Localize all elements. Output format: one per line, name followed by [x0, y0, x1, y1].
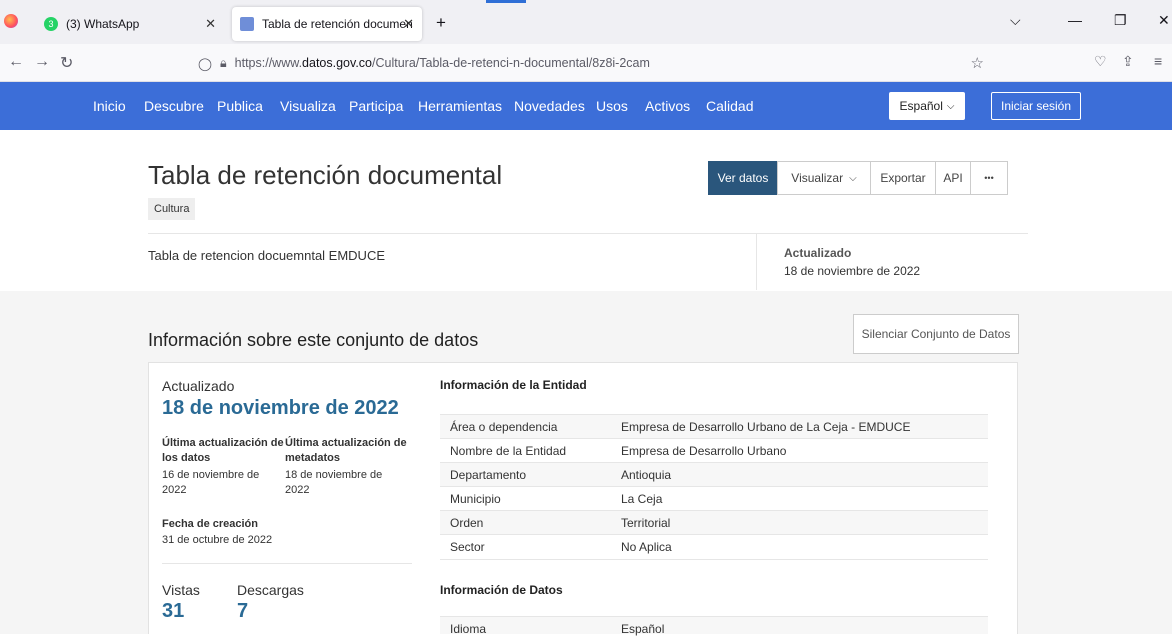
table-row: Área o dependencia Empresa de Desarrollo…: [440, 414, 988, 438]
metadata-update-value: 18 de noviembre de 2022: [285, 469, 383, 496]
row-value: Territorial: [621, 516, 671, 530]
row-value: No Aplica: [621, 540, 672, 554]
language-label: Español: [899, 99, 943, 113]
nav-visualiza[interactable]: Visualiza: [280, 98, 336, 114]
restore-icon[interactable]: ❐: [1114, 12, 1127, 29]
language-select[interactable]: Español ⌵: [889, 92, 965, 120]
dataset-favicon-icon: [240, 17, 254, 31]
view-data-button[interactable]: Ver datos: [708, 161, 778, 195]
page-title: Tabla de retención documental: [148, 160, 503, 190]
downloads-count: 7: [237, 600, 249, 622]
entity-heading: Información de la Entidad: [440, 378, 587, 392]
browser-nav-bar: ← → ↻ ◯ 🔒︎ https://www. datos.gov.co/Cult…: [0, 44, 1172, 82]
row-key: Nombre de la Entidad: [450, 444, 567, 458]
row-value: Empresa de Desarrollo Urbano de La Ceja …: [621, 420, 911, 434]
dataset-actions: Ver datos Visualizar ⌵ Exportar API •••: [708, 161, 1008, 195]
updated-label: Actualizado: [784, 246, 852, 260]
nav-novedades[interactable]: Novedades: [514, 98, 585, 114]
metadata-update-label: Última actualización de metadatos: [285, 437, 407, 464]
row-key: Orden: [450, 516, 484, 530]
tab-title: Tabla de retención documental: [262, 17, 412, 31]
minimize-icon[interactable]: —: [1068, 12, 1082, 28]
data-update-label: Última actualización de los datos: [162, 437, 284, 464]
divider: [756, 234, 757, 290]
new-tab-button[interactable]: +: [436, 13, 446, 33]
reload-icon[interactable]: ↻: [60, 53, 73, 73]
category-tag[interactable]: Cultura: [148, 198, 196, 220]
row-value: Antioquia: [621, 468, 672, 482]
close-icon[interactable]: ✕: [403, 16, 414, 32]
creation-date-value: 31 de octubre de 2022: [162, 534, 273, 546]
tab-whatsapp[interactable]: 3 (3) WhatsApp ✕: [36, 7, 224, 41]
forward-arrow-icon[interactable]: →: [34, 53, 50, 71]
section-title: Información sobre este conjunto de datos: [148, 330, 479, 350]
nav-participa[interactable]: Participa: [349, 98, 403, 114]
url-domain: datos.gov.co: [302, 56, 372, 70]
table-row: Nombre de la Entidad Empresa de Desarrol…: [440, 438, 988, 462]
tab-list-chevron-icon[interactable]: ⌵: [1010, 12, 1021, 29]
browser-tab-bar: 3 (3) WhatsApp ✕ Tabla de retención docu…: [0, 0, 1172, 44]
updated-label: Actualizado: [162, 378, 235, 394]
table-row: Orden Territorial: [440, 510, 988, 534]
back-arrow-icon[interactable]: ←: [8, 53, 24, 71]
row-value: La Ceja: [621, 492, 663, 506]
data-info-heading: Información de Datos: [440, 583, 563, 597]
shield-icon: ◯: [198, 56, 212, 71]
lock-icon: 🔒︎: [220, 55, 227, 70]
chevron-down-icon: ⌵: [849, 172, 857, 184]
row-key: Municipio: [450, 492, 501, 506]
nav-inicio[interactable]: Inicio: [93, 98, 126, 114]
views-label: Vistas: [162, 582, 200, 598]
row-key: Sector: [450, 540, 485, 554]
table-row: Idioma Español: [440, 616, 988, 636]
nav-activos[interactable]: Activos: [645, 98, 690, 114]
close-icon[interactable]: ✕: [205, 16, 216, 32]
nav-calidad[interactable]: Calidad: [706, 98, 753, 114]
tab-title: (3) WhatsApp: [66, 17, 140, 31]
pocket-icon[interactable]: ♡: [1094, 53, 1107, 70]
visualize-button[interactable]: Visualizar ⌵: [777, 161, 871, 195]
table-row: Sector No Aplica: [440, 534, 988, 560]
row-key: Departamento: [450, 468, 527, 482]
downloads-label: Descargas: [237, 582, 304, 598]
firefox-icon[interactable]: [4, 14, 18, 28]
nav-descubre[interactable]: Descubre: [144, 98, 204, 114]
url-bar[interactable]: ◯ 🔒︎ https://www. datos.gov.co/Cultura/Ta…: [190, 49, 996, 77]
creation-date-label: Fecha de creación: [162, 518, 258, 530]
data-update-value: 16 de noviembre de 2022: [162, 469, 260, 496]
table-row: Municipio La Ceja: [440, 486, 988, 510]
updated-date: 18 de noviembre de 2022: [162, 397, 399, 419]
export-button[interactable]: Exportar: [870, 161, 936, 195]
api-button[interactable]: API: [935, 161, 971, 195]
tab-dataset[interactable]: Tabla de retención documental ✕: [232, 7, 422, 41]
tab-accent-line: [486, 0, 526, 3]
visualize-label: Visualizar: [791, 171, 844, 185]
views-count: 31: [162, 600, 185, 622]
nav-herramientas[interactable]: Herramientas: [418, 98, 502, 114]
row-value: Empresa de Desarrollo Urbano: [621, 444, 787, 458]
silence-dataset-button[interactable]: Silenciar Conjunto de Datos: [853, 314, 1019, 354]
whatsapp-icon: 3: [44, 17, 58, 31]
bookmark-star-icon[interactable]: ☆: [971, 54, 984, 72]
login-button[interactable]: Iniciar sesión: [991, 92, 1081, 120]
updated-value: 18 de noviembre de 2022: [784, 264, 921, 278]
divider: [162, 563, 412, 564]
menu-icon[interactable]: ≡: [1154, 53, 1162, 69]
table-row: Departamento Antioquia: [440, 462, 988, 486]
dataset-description: Tabla de retencion docuemntal EMDUCE: [148, 248, 386, 263]
url-path: /Cultura/Tabla-de-retenci-n-documental/8…: [372, 56, 650, 70]
site-nav: Inicio Descubre Publica Visualiza Partic…: [0, 82, 1172, 130]
share-icon[interactable]: ⇪: [1122, 53, 1134, 70]
window-close-icon[interactable]: ✕: [1158, 12, 1170, 29]
chevron-down-icon: ⌵: [946, 100, 955, 112]
divider: [148, 233, 1028, 234]
more-options-button[interactable]: •••: [970, 161, 1008, 195]
row-key: Área o dependencia: [450, 420, 558, 434]
url-prefix: https://www.: [234, 56, 303, 70]
nav-publica[interactable]: Publica: [217, 98, 263, 114]
nav-usos[interactable]: Usos: [596, 98, 628, 114]
